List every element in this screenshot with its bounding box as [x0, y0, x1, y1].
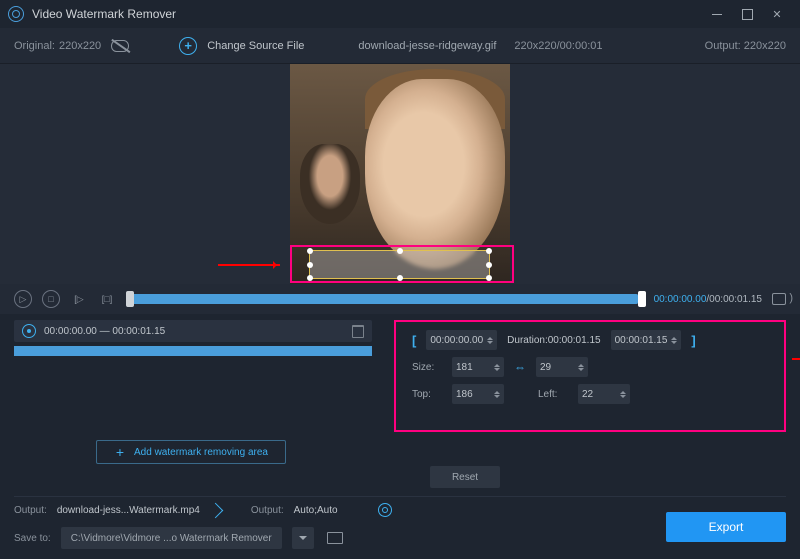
gear-icon[interactable] — [378, 503, 392, 517]
left-input[interactable]: 22 — [578, 384, 630, 404]
stop-button[interactable]: □ — [42, 290, 60, 308]
annotation-arrow-icon — [792, 358, 800, 360]
left-label: Left: — [538, 389, 568, 400]
output-info: Output: 220x220 — [705, 40, 786, 52]
top-input[interactable]: 186 — [452, 384, 504, 404]
parameters-panel: [ 00:00:00.00 Duration:00:00:01.15 00:00… — [394, 320, 786, 432]
play-button[interactable]: ▷ — [14, 290, 32, 308]
output-format-label: Output: — [251, 505, 284, 516]
end-time-input[interactable]: 00:00:01.15 — [611, 330, 682, 350]
output-file-label: Output: — [14, 505, 47, 516]
regions-panel: 00:00:00.00 — 00:00:01.15 — [14, 320, 372, 432]
save-to-label: Save to: — [14, 533, 51, 544]
start-time-input[interactable]: 00:00:00.00 — [426, 330, 497, 350]
size-label: Size: — [412, 362, 442, 373]
source-filename: download-jesse-ridgeway.gif — [358, 40, 496, 52]
region-range: 00:00:00.00 — 00:00:01.15 — [44, 326, 165, 337]
top-toolbar: Original: 220x220 + Change Source File d… — [0, 28, 800, 64]
region-track[interactable] — [14, 346, 372, 356]
height-input[interactable]: 29 — [536, 357, 588, 377]
original-dim: 220x220 — [59, 40, 101, 52]
eye-off-icon[interactable] — [111, 40, 129, 52]
step-back-button[interactable]: [▷ — [70, 290, 88, 308]
app-title: Video Watermark Remover — [32, 7, 176, 21]
app-logo-icon — [8, 6, 24, 22]
source-info: 220x220/00:00:01 — [514, 40, 602, 52]
edit-icon[interactable] — [208, 502, 224, 518]
plus-icon: + — [114, 446, 126, 458]
bracket-close-icon[interactable]: ] — [691, 333, 695, 348]
add-area-button[interactable]: + Add watermark removing area — [96, 440, 286, 464]
output-format-value: Auto;Auto — [294, 505, 338, 516]
time-display: 00:00:00.00/00:00:01.15 — [654, 294, 762, 305]
export-button[interactable]: Export — [666, 512, 786, 542]
step-fwd-button[interactable]: [□] — [98, 290, 116, 308]
original-label: Original: — [14, 40, 55, 52]
video-preview[interactable] — [0, 64, 800, 284]
width-input[interactable]: 181 — [452, 357, 504, 377]
seek-track[interactable] — [126, 294, 644, 304]
trash-icon[interactable] — [352, 325, 364, 338]
watermark-selection[interactable] — [309, 250, 490, 279]
volume-icon[interactable] — [772, 293, 786, 305]
top-label: Top: — [412, 389, 442, 400]
folder-icon[interactable] — [324, 527, 346, 549]
maximize-button[interactable] — [732, 0, 762, 28]
output-file-value: download-jess...Watermark.mp4 — [57, 505, 200, 516]
bottom-bar: Save to: C:\Vidmore\Vidmore ...o Waterma… — [0, 523, 800, 559]
minimize-button[interactable] — [702, 0, 732, 28]
duration-label: Duration:00:00:01.15 — [507, 335, 600, 346]
change-source-button[interactable]: Change Source File — [207, 40, 304, 52]
plus-circle-icon[interactable]: + — [179, 37, 197, 55]
titlebar: Video Watermark Remover — [0, 0, 800, 28]
playback-bar: ▷ □ [▷ [□] 00:00:00.00/00:00:01.15 — [0, 284, 800, 314]
path-dropdown[interactable] — [292, 527, 314, 549]
bracket-open-icon[interactable]: [ — [412, 333, 416, 348]
close-button[interactable] — [762, 0, 792, 28]
reset-button[interactable]: Reset — [430, 466, 500, 488]
region-item[interactable]: 00:00:00.00 — 00:00:01.15 — [14, 320, 372, 342]
add-area-label: Add watermark removing area — [134, 447, 268, 458]
region-icon — [22, 324, 36, 338]
save-path-input[interactable]: C:\Vidmore\Vidmore ...o Watermark Remove… — [61, 527, 282, 549]
annotation-arrow-icon — [218, 264, 280, 266]
link-icon[interactable]: ⇔ — [514, 360, 526, 374]
